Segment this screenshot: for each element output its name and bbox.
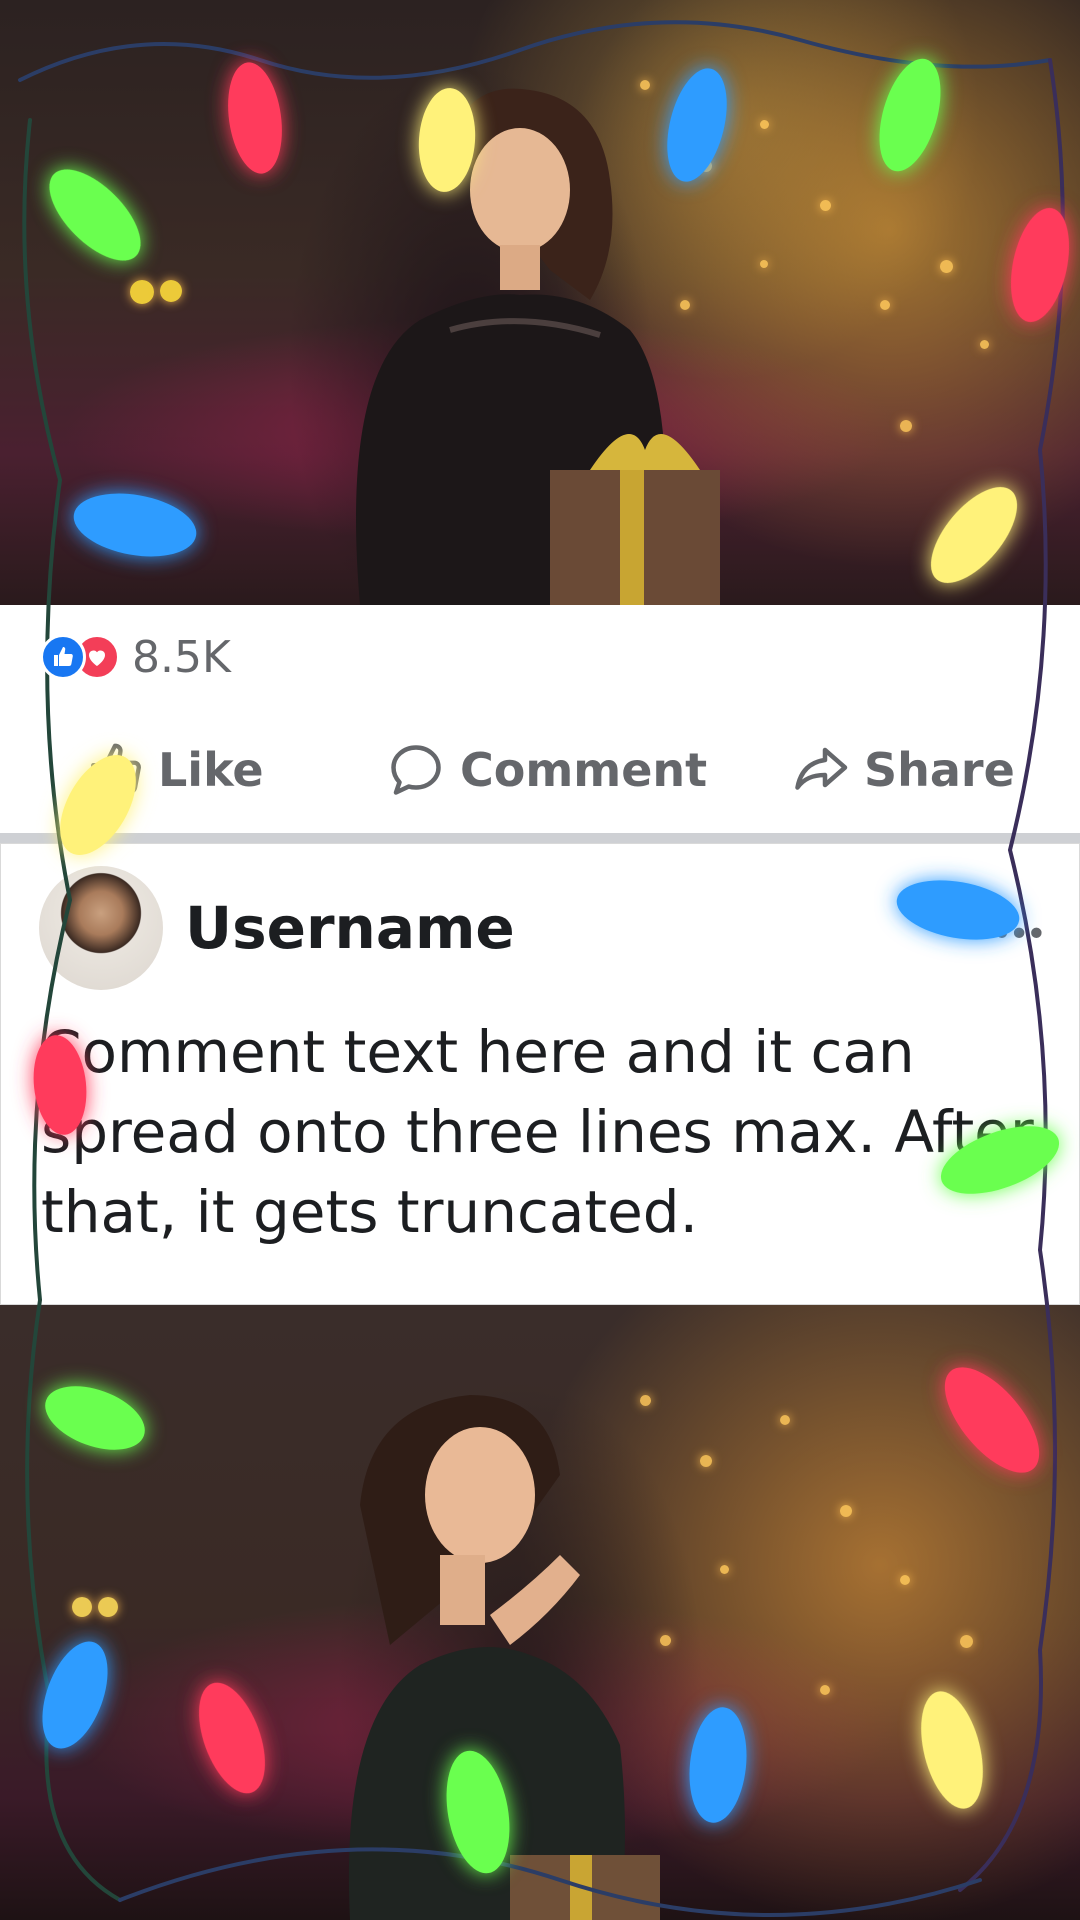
post-photo-top[interactable] (0, 0, 1080, 605)
section-divider (0, 833, 1080, 843)
reaction-summary[interactable]: 8.5K (40, 629, 231, 685)
speech-bubble-icon (391, 745, 441, 795)
avatar[interactable] (39, 866, 163, 990)
post-photo-bottom[interactable] (0, 1305, 1080, 1920)
comment-username[interactable]: Username (185, 894, 515, 962)
share-button[interactable]: Share (790, 740, 1015, 800)
comment-text: Comment text here and it can spread onto… (41, 1018, 1034, 1246)
action-bar: Like Comment Share (0, 725, 1080, 815)
like-label: Like (158, 743, 264, 797)
comment-label: Comment (460, 743, 708, 797)
reaction-count: 8.5K (132, 631, 231, 683)
woman-with-gift-image (356, 88, 720, 605)
share-label: Share (864, 743, 1015, 797)
share-arrow-icon (795, 747, 848, 790)
smiling-woman-image (348, 1395, 660, 1920)
thumbs-up-icon (91, 743, 141, 794)
like-button[interactable]: Like (86, 741, 264, 799)
comment-card: Username ••• Comment text here and it ca… (0, 843, 1080, 1305)
more-dots-icon[interactable]: ••• (991, 914, 1047, 955)
like-icon (40, 634, 86, 680)
comment-button[interactable]: Comment (386, 740, 707, 800)
post-reactions-bar: 8.5K Like Comment Share (0, 605, 1080, 833)
